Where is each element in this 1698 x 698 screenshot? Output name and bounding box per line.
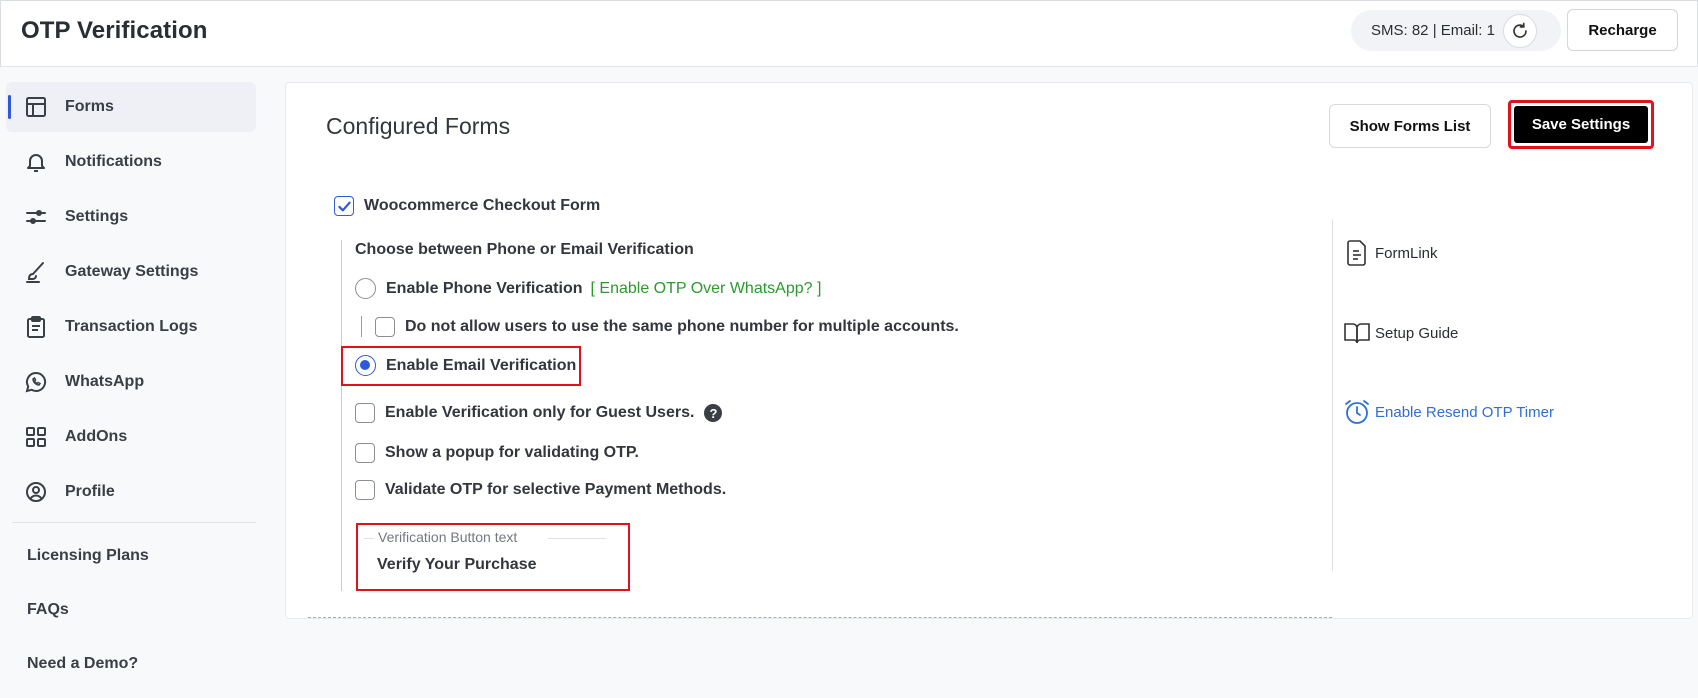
save-settings-highlight: Save Settings: [1508, 100, 1654, 149]
setup-guide-label: Setup Guide: [1375, 324, 1459, 342]
sidebar-item-whatsapp[interactable]: WhatsApp: [6, 357, 256, 407]
configured-forms-card: Configured Forms Show Forms List Save Se…: [285, 82, 1693, 619]
sidebar-divider: [12, 522, 256, 523]
page-title: OTP Verification: [21, 17, 208, 44]
popup-otp-checkbox[interactable]: [355, 443, 375, 463]
sidebar-item-label: Transaction Logs: [65, 318, 198, 335]
sidebar-item-label: AddOns: [65, 428, 128, 445]
top-header: OTP Verification SMS: 82 | Email: 1 Rech…: [0, 0, 1698, 67]
form-toggle-row: Woocommerce Checkout Form: [334, 196, 600, 216]
field-border-line: [364, 538, 374, 539]
sidebar-item-label: WhatsApp: [65, 373, 145, 390]
clipboard-icon: [23, 314, 49, 340]
document-icon: [1342, 238, 1372, 268]
formlink-link[interactable]: FormLink: [1342, 238, 1438, 268]
choose-verification-label: Choose between Phone or Email Verificati…: [355, 241, 694, 258]
guest-users-label: Enable Verification only for Guest Users…: [385, 404, 695, 421]
payment-methods-label: Validate OTP for selective Payment Metho…: [385, 481, 727, 498]
sidebar-item-profile[interactable]: Profile: [6, 467, 256, 517]
licensing-plans-link[interactable]: Licensing Plans: [27, 547, 149, 565]
payment-methods-row: Validate OTP for selective Payment Metho…: [355, 480, 726, 500]
sidebar-item-notifications[interactable]: Notifications: [6, 137, 256, 187]
choose-verification-heading: Choose between Phone or Email Verificati…: [355, 241, 694, 259]
recharge-button[interactable]: Recharge: [1567, 9, 1678, 51]
guest-users-row: Enable Verification only for Guest Users…: [355, 403, 723, 423]
user-circle-icon: [23, 479, 49, 505]
guest-users-checkbox[interactable]: [355, 403, 375, 423]
alarm-clock-icon: [1342, 397, 1372, 427]
quota-text: SMS: 82 | Email: 1: [1371, 22, 1495, 39]
grid-icon: [23, 424, 49, 450]
show-forms-list-button[interactable]: Show Forms List: [1329, 104, 1491, 148]
sidebar-item-settings[interactable]: Settings: [6, 192, 256, 242]
verification-button-text-legend: Verification Button text: [378, 529, 518, 545]
sidebar-item-label: Forms: [65, 98, 114, 115]
book-icon: [1342, 318, 1372, 348]
side-links-divider: [1332, 219, 1333, 571]
section-title: Configured Forms: [326, 113, 511, 139]
enable-whatsapp-otp-link[interactable]: [ Enable OTP Over WhatsApp? ]: [591, 280, 822, 298]
formlink-label: FormLink: [1375, 244, 1438, 262]
sidebar-item-label: Gateway Settings: [65, 263, 199, 280]
email-verification-label: Enable Email Verification: [386, 356, 577, 374]
whatsapp-icon: [23, 369, 49, 395]
verification-button-text-value[interactable]: Verify Your Purchase: [377, 556, 536, 574]
setup-guide-link[interactable]: Setup Guide: [1342, 318, 1458, 348]
save-settings-button[interactable]: Save Settings: [1514, 106, 1648, 143]
sliders-icon: [23, 204, 49, 230]
popup-otp-row: Show a popup for validating OTP.: [355, 443, 639, 463]
sidebar-item-transaction-logs[interactable]: Transaction Logs: [6, 302, 256, 352]
forms-layout-icon: [23, 94, 49, 120]
sidebar-item-forms[interactable]: Forms: [6, 82, 256, 132]
email-verification-row: Enable Email Verification: [355, 355, 576, 376]
sidebar-item-addons[interactable]: AddOns: [6, 412, 256, 462]
resend-otp-timer-label: Enable Resend OTP Timer: [1375, 403, 1554, 421]
payment-methods-checkbox[interactable]: [355, 480, 375, 500]
check-icon: [338, 201, 351, 212]
sidebar-item-label: Settings: [65, 208, 129, 225]
unique-phone-checkbox[interactable]: [375, 317, 395, 337]
help-icon[interactable]: ?: [704, 404, 723, 422]
need-a-demo-link[interactable]: Need a Demo?: [27, 655, 138, 673]
sidebar-item-label: Notifications: [65, 153, 162, 170]
form-enabled-checkbox[interactable]: [334, 196, 354, 216]
verification-button-text-field[interactable]: Verification Button text Verify Your Pur…: [356, 523, 630, 591]
phone-verification-row: Enable Phone Verification [ Enable OTP O…: [355, 278, 821, 299]
sidebar-item-label: Profile: [65, 483, 115, 500]
unique-phone-row: Do not allow users to use the same phone…: [375, 317, 959, 337]
unique-phone-label: Do not allow users to use the same phone…: [405, 318, 959, 335]
phone-verification-radio[interactable]: [355, 278, 376, 299]
refresh-icon: [1513, 22, 1527, 38]
sidebar: Forms Notifications Settings Gateway Set…: [0, 67, 265, 698]
section-bottom-dashed-line: [308, 617, 1332, 618]
bell-icon: [23, 149, 49, 175]
brush-icon: [23, 259, 49, 285]
field-border-line: [548, 538, 606, 539]
popup-otp-label: Show a popup for validating OTP.: [385, 444, 639, 461]
sidebar-item-gateway-settings[interactable]: Gateway Settings: [6, 247, 256, 297]
options-left-rule: [341, 240, 342, 591]
email-verification-radio[interactable]: [355, 355, 376, 376]
phone-verification-label: Enable Phone Verification: [386, 279, 583, 297]
phone-suboption-rule: [361, 316, 362, 337]
faqs-link[interactable]: FAQs: [27, 601, 69, 619]
form-name-label: Woocommerce Checkout Form: [364, 197, 601, 214]
refresh-button[interactable]: [1503, 14, 1537, 48]
resend-otp-timer-link[interactable]: Enable Resend OTP Timer: [1342, 397, 1554, 427]
